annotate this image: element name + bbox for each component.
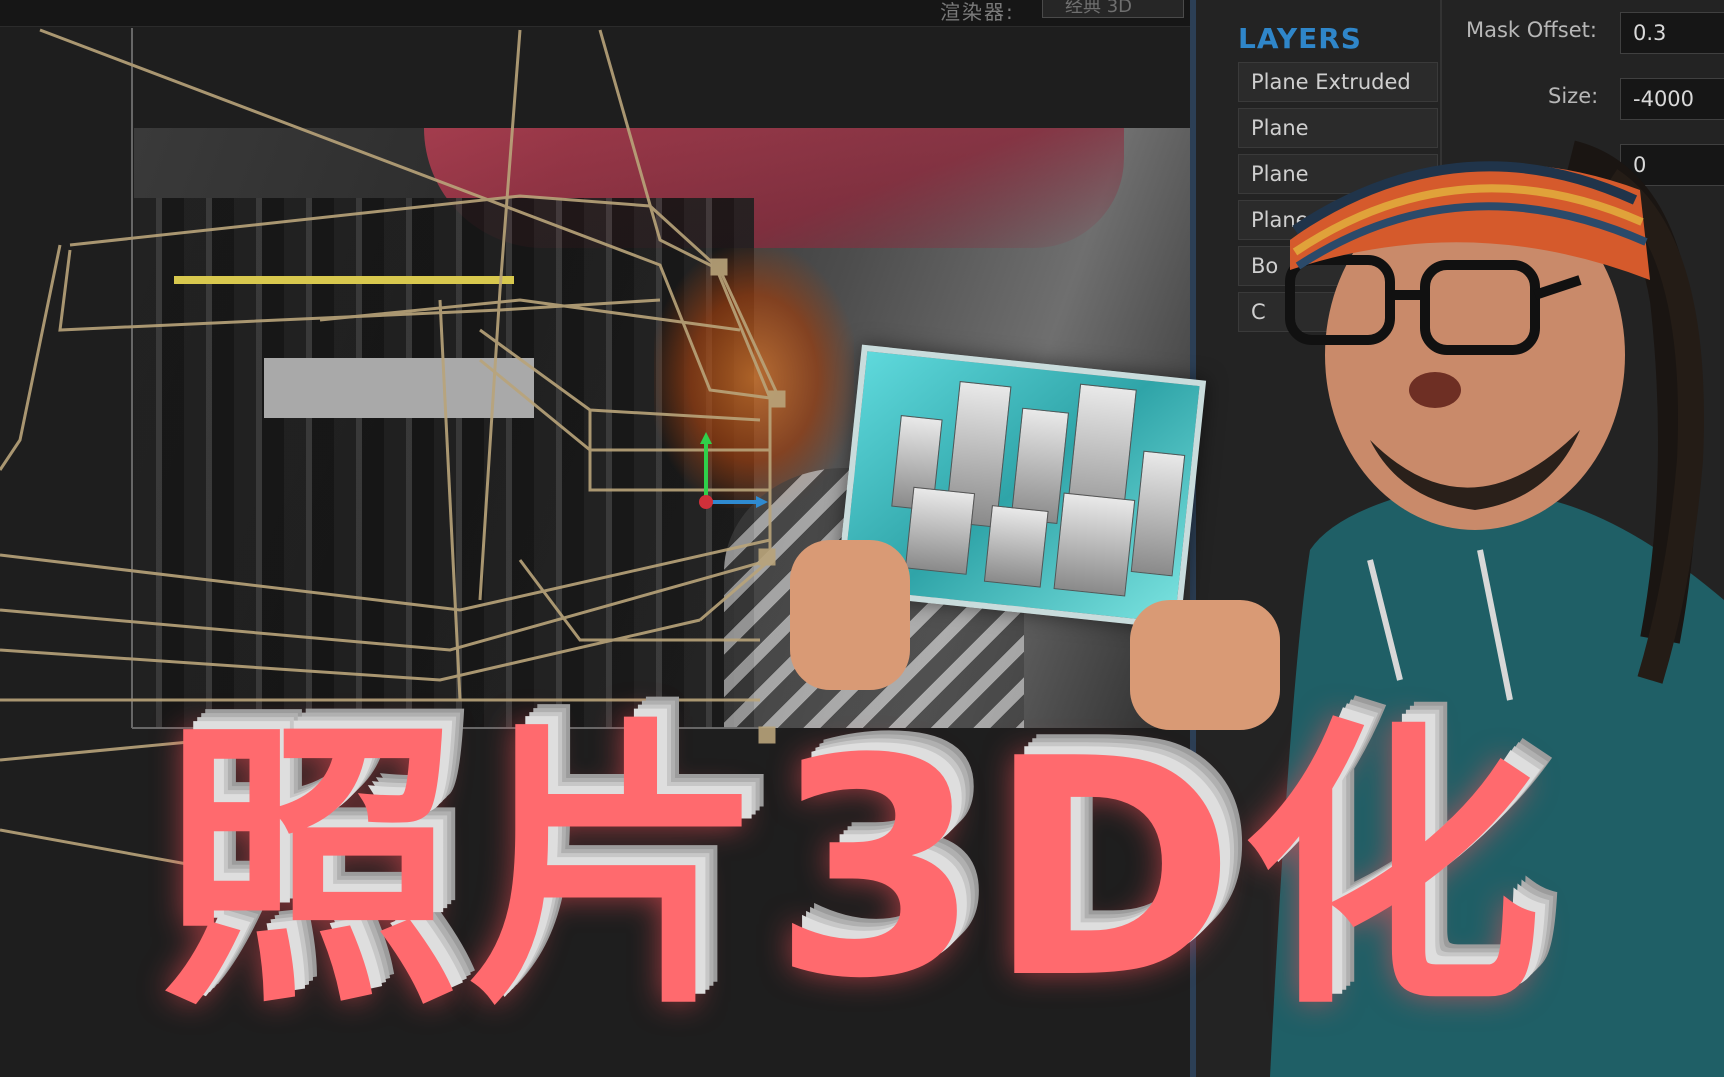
mask-offset-label: Mask Offset:: [1466, 18, 1597, 42]
layers-title: LAYERS: [1238, 22, 1362, 55]
headline-text: 照片3D化: [160, 695, 1548, 1044]
left-hand: [790, 540, 910, 690]
headline: 照片3D化: [160, 695, 1548, 1044]
mask-offset-field[interactable]: 0.3: [1620, 12, 1724, 54]
transform-gizmo-icon: [699, 432, 768, 509]
